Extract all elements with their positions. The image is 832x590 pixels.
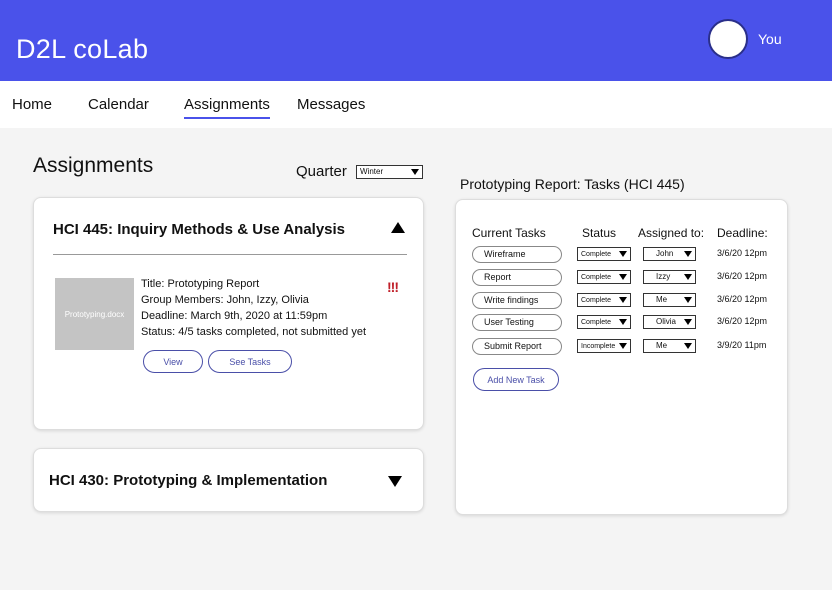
nav-bar: Home Calendar Assignments Messages [0, 81, 832, 128]
task-assignee-value: Me [656, 341, 668, 350]
chevron-down-icon [411, 169, 419, 175]
assignment-members: Group Members: John, Izzy, Olivia [141, 294, 309, 306]
nav-calendar[interactable]: Calendar [88, 96, 149, 113]
task-deadline: 3/6/20 12pm [717, 316, 768, 326]
nav-messages[interactable]: Messages [297, 96, 365, 113]
quarter-label: Quarter [296, 163, 347, 180]
task-name[interactable]: Submit Report [472, 338, 562, 355]
task-status-value: Complete [581, 319, 611, 326]
chevron-down-icon [619, 343, 627, 349]
course-title[interactable]: HCI 445: Inquiry Methods & Use Analysis [53, 221, 345, 238]
priority-icon: !!! [387, 279, 399, 295]
chevron-down-icon [684, 297, 692, 303]
file-name: Prototyping.docx [64, 309, 125, 319]
chevron-down-icon [684, 343, 692, 349]
assignment-status: Status: 4/5 tasks completed, not submitt… [141, 326, 367, 338]
task-assignee-select[interactable]: Me [643, 339, 696, 353]
app-title: D2L coLab [16, 34, 149, 64]
task-name[interactable]: Report [472, 269, 562, 286]
task-status-value: Complete [581, 274, 611, 281]
task-status-select[interactable]: Complete [577, 293, 631, 307]
task-deadline: 3/6/20 12pm [717, 271, 768, 281]
task-name[interactable]: User Testing [472, 314, 562, 331]
course-card-hci430[interactable]: HCI 430: Prototyping & Implementation [33, 448, 424, 512]
tasks-panel: Current Tasks Status Assigned to: Deadli… [455, 199, 788, 515]
column-header-assigned: Assigned to: [638, 226, 705, 240]
task-name[interactable]: Wireframe [472, 246, 562, 263]
chevron-down-icon [684, 319, 692, 325]
task-status-select[interactable]: Complete [577, 247, 631, 261]
task-deadline: 3/6/20 12pm [717, 248, 768, 258]
avatar[interactable] [708, 19, 748, 59]
task-assignee-value: Olivia [656, 317, 677, 326]
task-status-value: Complete [581, 297, 611, 304]
add-task-button[interactable]: Add New Task [473, 368, 559, 391]
see-tasks-button[interactable]: See Tasks [208, 350, 292, 373]
task-assignee-select[interactable]: Izzy [643, 270, 696, 284]
nav-assignments[interactable]: Assignments [184, 96, 270, 119]
chevron-down-icon [684, 274, 692, 280]
column-header-deadline: Deadline: [717, 226, 768, 240]
task-assignee-value: John [656, 249, 674, 258]
column-header-task: Current Tasks [472, 226, 546, 240]
task-assignee-select[interactable]: Olivia [643, 315, 696, 329]
task-deadline: 3/6/20 12pm [717, 294, 768, 304]
task-name[interactable]: Write findings [472, 292, 562, 309]
divider [53, 254, 407, 255]
chevron-down-icon [619, 319, 627, 325]
quarter-value: Winter [360, 167, 384, 176]
collapse-icon[interactable] [391, 222, 405, 233]
chevron-down-icon [619, 274, 627, 280]
chevron-down-icon [619, 297, 627, 303]
task-assignee-value: Me [656, 295, 668, 304]
task-deadline: 3/9/20 11pm [717, 340, 767, 350]
task-assignee-select[interactable]: Me [643, 293, 696, 307]
task-status-value: Complete [581, 251, 611, 258]
task-assignee-value: Izzy [656, 272, 671, 281]
column-header-status: Status [582, 226, 617, 240]
app-header: D2L coLab You [0, 0, 832, 81]
task-assignee-select[interactable]: John [643, 247, 696, 261]
user-name[interactable]: You [758, 31, 782, 47]
task-status-value: Incomplete [581, 343, 616, 350]
page-title: Assignments [33, 154, 154, 177]
nav-home[interactable]: Home [12, 96, 52, 113]
quarter-select[interactable]: Winter [356, 165, 423, 179]
course-card-hci445: HCI 445: Inquiry Methods & Use Analysis … [33, 197, 424, 430]
tasks-heading: Prototyping Report: Tasks (HCI 445) [460, 176, 685, 192]
assignment-title: Title: Prototyping Report [141, 278, 260, 290]
task-status-select[interactable]: Complete [577, 270, 631, 284]
course-title[interactable]: HCI 430: Prototyping & Implementation [49, 472, 327, 489]
task-status-select[interactable]: Complete [577, 315, 631, 329]
chevron-down-icon [684, 251, 692, 257]
task-status-select[interactable]: Incomplete [577, 339, 631, 353]
chevron-down-icon [619, 251, 627, 257]
expand-icon[interactable] [388, 476, 402, 487]
file-thumbnail[interactable]: Prototyping.docx [55, 278, 134, 350]
view-button[interactable]: View [143, 350, 203, 373]
assignment-deadline: Deadline: March 9th, 2020 at 11:59pm [141, 310, 328, 322]
